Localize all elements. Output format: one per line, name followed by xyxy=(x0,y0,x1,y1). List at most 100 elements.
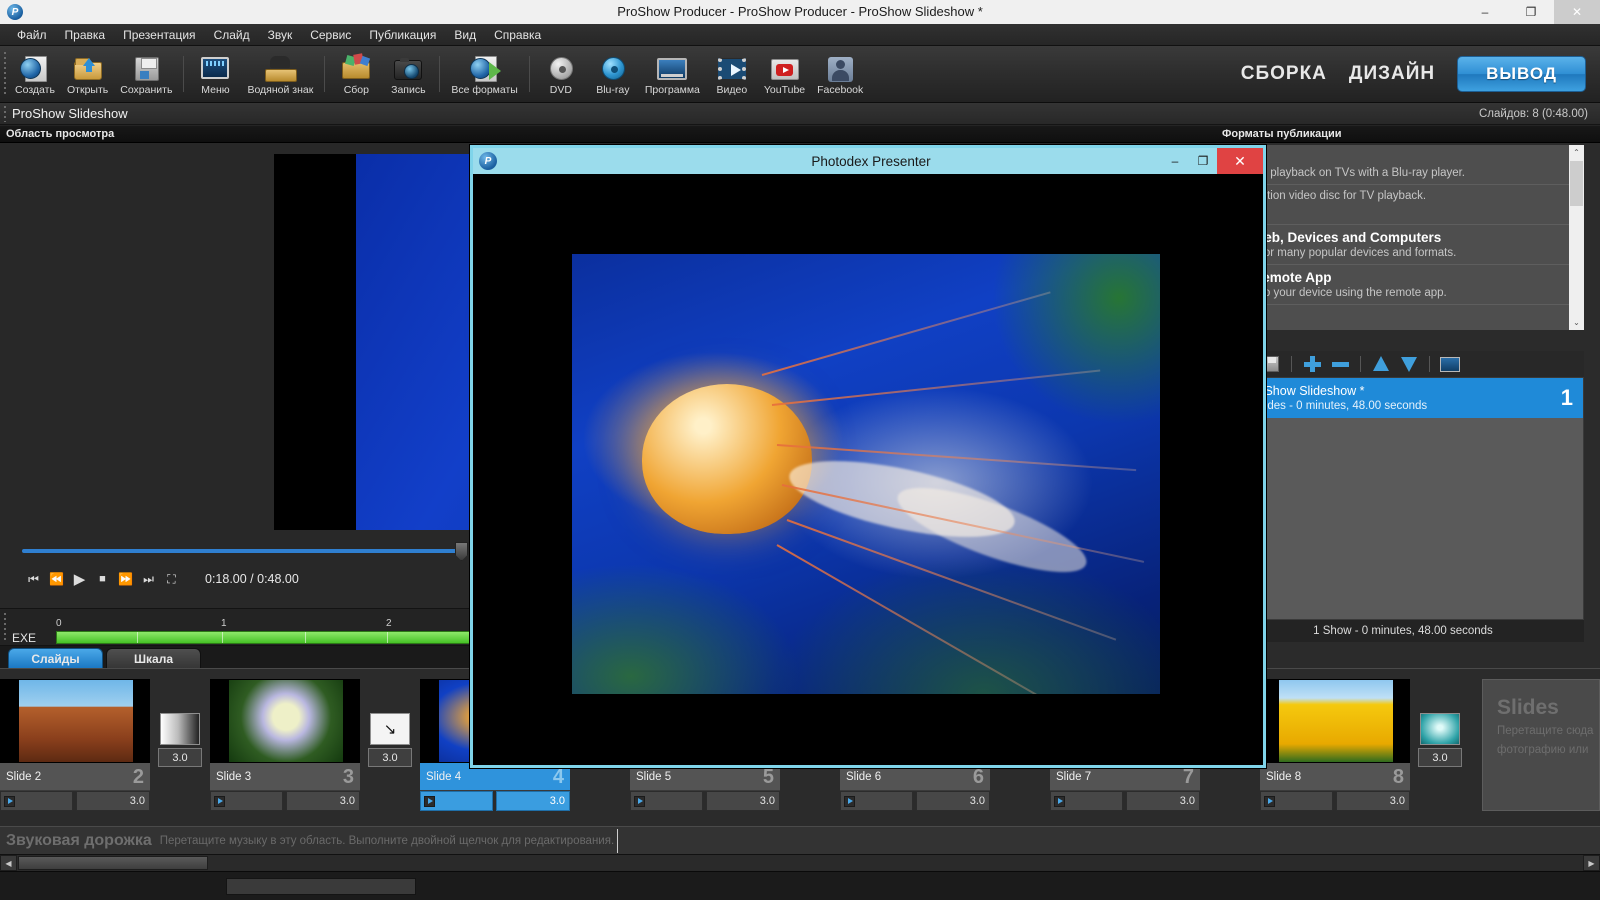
slide-thumbnail[interactable] xyxy=(1260,679,1410,763)
slide-duration[interactable]: 3.0 xyxy=(496,791,570,811)
play-icon[interactable] xyxy=(4,795,15,807)
scroll-up-arrow-icon[interactable]: ⌃ xyxy=(1569,145,1584,160)
slide-duration[interactable]: 3.0 xyxy=(286,791,360,811)
hscroll-right-button[interactable]: ▶ xyxy=(1583,855,1600,871)
slide-play-cell[interactable] xyxy=(1050,791,1123,811)
slide-card[interactable]: Slide 3 3 3.0 xyxy=(210,679,360,811)
move-up-icon[interactable] xyxy=(1370,354,1392,374)
slide-card[interactable]: Slide 8 8 3.0 xyxy=(1260,679,1410,811)
slide-play-cell[interactable] xyxy=(0,791,73,811)
scrubber-track[interactable] xyxy=(22,549,462,553)
show-options-icon[interactable] xyxy=(1439,354,1461,374)
format-row-dvd[interactable]: d definition video disc for TV playback. xyxy=(1222,185,1584,225)
step-design[interactable]: ДИЗАЙН xyxy=(1349,63,1435,85)
move-down-icon[interactable] xyxy=(1398,354,1420,374)
menu-item-slide[interactable]: Слайд xyxy=(205,26,259,44)
menu-item-help[interactable]: Справка xyxy=(485,26,550,44)
step-output-button[interactable]: ВЫВОД xyxy=(1457,56,1586,92)
slide-play-cell[interactable] xyxy=(210,791,283,811)
toolbar-button-collect[interactable]: Сбор xyxy=(330,48,382,101)
show-bar-grip[interactable] xyxy=(2,105,8,122)
tab-slides[interactable]: Слайды xyxy=(8,648,103,668)
menu-item-view[interactable]: Вид xyxy=(445,26,485,44)
slide-thumbnail[interactable] xyxy=(0,679,150,763)
slide-duration[interactable]: 3.0 xyxy=(1126,791,1200,811)
slide-duration[interactable]: 3.0 xyxy=(706,791,780,811)
publish-formats-list[interactable]: y disc for playback on TVs with a Blu-ra… xyxy=(1222,145,1584,330)
toolbar-button-new[interactable]: Создать xyxy=(9,48,61,101)
hscroll-left-button[interactable]: ◀ xyxy=(0,855,17,871)
exe-track-grip[interactable] xyxy=(2,613,8,643)
tab-timeline[interactable]: Шкала xyxy=(106,648,201,668)
window-minimize-button[interactable]: – xyxy=(1462,0,1508,24)
slide-list-hscrollbar[interactable]: ◀ ▶ xyxy=(0,854,1600,871)
menu-item-file[interactable]: Файл xyxy=(8,26,56,44)
slide-play-cell[interactable] xyxy=(630,791,703,811)
play-icon[interactable] xyxy=(634,795,645,807)
window-close-button[interactable]: ✕ xyxy=(1554,0,1600,24)
water-ripple-transition-icon[interactable] xyxy=(1420,713,1460,745)
rewind-button[interactable]: ⏪ xyxy=(45,569,68,589)
toolbar-button-bluray[interactable]: Blu-ray xyxy=(587,48,639,101)
play-icon[interactable] xyxy=(1054,795,1065,807)
slide-thumbnail[interactable] xyxy=(210,679,360,763)
toolbar-button-save[interactable]: Сохранить xyxy=(114,48,178,101)
presenter-titlebar[interactable]: P Photodex Presenter – ❐ ✕ xyxy=(473,148,1263,174)
play-icon[interactable] xyxy=(424,795,435,807)
fast-forward-button[interactable]: ⏩ xyxy=(114,569,137,589)
slide-play-cell[interactable] xyxy=(840,791,913,811)
toolbar-button-menu[interactable]: Меню xyxy=(189,48,241,101)
slide-duration[interactable]: 3.0 xyxy=(916,791,990,811)
presenter-minimize-button[interactable]: – xyxy=(1161,148,1189,174)
formats-scrollbar[interactable]: ⌃ ⌄ xyxy=(1569,145,1584,330)
format-row-youtube[interactable]: be xyxy=(1222,305,1584,330)
toolbar-button-youtube[interactable]: YouTube xyxy=(758,48,811,101)
transition-duration[interactable]: 3.0 xyxy=(368,748,412,767)
toolbar-button-capture[interactable]: Запись xyxy=(382,48,434,101)
format-row-bluray[interactable]: y disc for playback on TVs with a Blu-ra… xyxy=(1222,145,1584,185)
toolbar-button-executable[interactable]: Программа xyxy=(639,48,706,101)
play-button[interactable]: ▶ xyxy=(68,569,91,589)
menu-item-publish[interactable]: Публикация xyxy=(360,26,445,44)
slide-card[interactable]: Slide 2 2 3.0 xyxy=(0,679,150,811)
toolbar-button-facebook[interactable]: Facebook xyxy=(811,48,869,101)
preview-scrubber[interactable] xyxy=(22,542,468,561)
presenter-canvas[interactable] xyxy=(473,174,1263,765)
soundtrack-bar[interactable]: Звуковая дорожка Перетащите музыку в эту… xyxy=(0,826,1600,854)
format-row-remote-app[interactable]: ow Remote App video to your device using… xyxy=(1222,265,1584,305)
hscroll-thumb[interactable] xyxy=(18,856,208,870)
slide-play-cell[interactable] xyxy=(420,791,493,811)
play-icon[interactable] xyxy=(844,795,855,807)
formats-scroll-thumb[interactable] xyxy=(1570,161,1583,206)
photodex-presenter-dialog[interactable]: P Photodex Presenter – ❐ ✕ xyxy=(470,145,1266,768)
presenter-close-button[interactable]: ✕ xyxy=(1217,148,1263,174)
fullscreen-button[interactable]: ⛶ xyxy=(160,569,183,589)
toolbar-button-all-formats[interactable]: Все форматы xyxy=(445,48,524,101)
transition-duration[interactable]: 3.0 xyxy=(158,748,202,767)
toolbar-grip[interactable] xyxy=(2,51,9,97)
play-icon[interactable] xyxy=(1264,795,1275,807)
format-row-web-devices[interactable]: for Web, Devices and Computers ideos for… xyxy=(1222,225,1584,265)
show-list-row[interactable]: ProShow Slideshow * 8 Slides - 0 minutes… xyxy=(1223,378,1583,418)
toolbar-button-video[interactable]: Видео xyxy=(706,48,758,101)
window-maximize-button[interactable]: ❐ xyxy=(1508,0,1554,24)
play-icon[interactable] xyxy=(214,795,225,807)
first-slide-button[interactable]: ⏮ xyxy=(22,569,45,589)
toolbar-button-watermark[interactable]: Водяной знак xyxy=(241,48,319,101)
show-list[interactable]: ProShow Slideshow * 8 Slides - 0 minutes… xyxy=(1222,377,1584,620)
slide-duration[interactable]: 3.0 xyxy=(1336,791,1410,811)
scrubber-thumb[interactable] xyxy=(455,542,468,561)
push-slide-transition-icon[interactable]: ↘ xyxy=(370,713,410,745)
toolbar-button-dvd[interactable]: DVD xyxy=(535,48,587,101)
transition-duration[interactable]: 3.0 xyxy=(1418,748,1462,767)
toolbar-button-open[interactable]: Открыть xyxy=(61,48,114,101)
slides-dropzone[interactable]: Slides Перетащите сюда фотографию или xyxy=(1482,679,1600,811)
scroll-down-arrow-icon[interactable]: ⌄ xyxy=(1569,315,1584,330)
stop-button[interactable]: ■ xyxy=(91,569,114,589)
menu-item-tools[interactable]: Сервис xyxy=(301,26,360,44)
remove-show-icon[interactable] xyxy=(1329,354,1351,374)
slide-duration[interactable]: 3.0 xyxy=(76,791,150,811)
menu-item-audio[interactable]: Звук xyxy=(259,26,302,44)
dissolve-transition-icon[interactable] xyxy=(160,713,200,745)
presenter-maximize-button[interactable]: ❐ xyxy=(1189,148,1217,174)
